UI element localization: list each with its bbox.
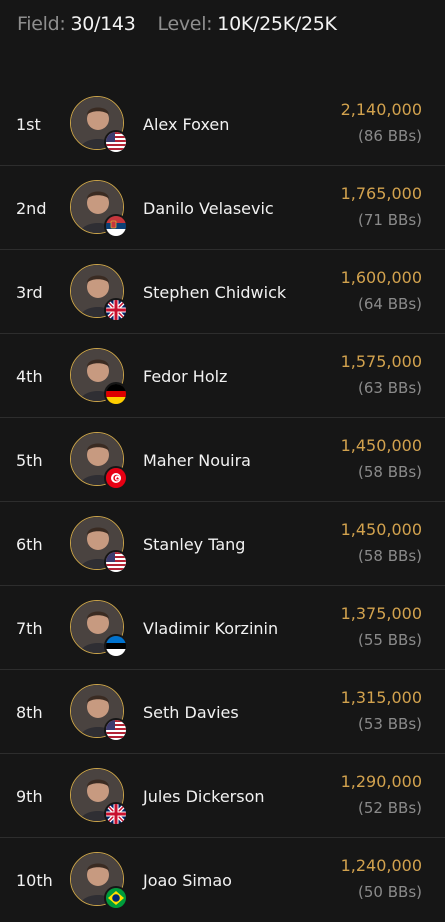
us-flag-icon [104,130,128,154]
player-avatar [70,516,128,574]
big-blinds: (55 BBs) [358,631,422,649]
player-name: Maher Nouira [143,450,251,470]
germany-flag-icon [104,382,128,406]
leaderboard-row-5[interactable]: 5th Maher Nouira 1,450,000 (58 BBs) [0,418,445,502]
player-avatar [70,432,128,490]
big-blinds: (71 BBs) [358,211,422,229]
chip-count: 1,315,000 [340,688,422,707]
chip-count: 2,140,000 [340,100,422,119]
leaderboard-row-9[interactable]: 9th Jules Dickerson 1,290,000 (52 BBs) [0,754,445,838]
rank-label: 2nd [16,198,47,218]
serbia-flag-icon [104,214,128,238]
rank-label: 5th [16,450,43,470]
rank-label: 8th [16,702,43,722]
chip-count: 1,600,000 [340,268,422,287]
estonia-flag-icon [104,634,128,658]
player-avatar [70,684,128,742]
chip-count-header: Field: 30/143 Level: 10K/25K/25K [17,11,337,37]
player-name: Alex Foxen [143,114,230,134]
player-avatar [70,600,128,658]
uk-flag-icon [104,802,128,826]
player-avatar [70,348,128,406]
chip-count: 1,375,000 [340,604,422,623]
player-name: Joao Simao [143,870,232,890]
field-value: 30/143 [70,13,136,35]
rank-label: 10th [16,870,53,890]
leaderboard-row-6[interactable]: 6th Stanley Tang 1,450,000 (58 BBs) [0,502,445,586]
player-name: Stephen Chidwick [143,282,287,302]
big-blinds: (58 BBs) [358,547,422,565]
tunisia-flag-icon [104,466,128,490]
chip-count: 1,450,000 [340,436,422,455]
rank-label: 3rd [16,282,43,302]
rank-label: 4th [16,366,43,386]
us-flag-icon [104,718,128,742]
big-blinds: (86 BBs) [358,127,422,145]
leaderboard-row-1[interactable]: 1st Alex Foxen 2,140,000 (86 BBs) [0,82,445,166]
player-name: Vladimir Korzinin [143,618,279,638]
big-blinds: (53 BBs) [358,715,422,733]
chip-leaderboard: 1st Alex Foxen 2,140,000 (86 BBs) 2nd Da… [0,82,445,922]
chip-count: 1,450,000 [340,520,422,539]
level-label: Level: [157,13,213,35]
leaderboard-row-10[interactable]: 10th Joao Simao 1,240,000 (50 BBs) [0,838,445,922]
leaderboard-row-4[interactable]: 4th Fedor Holz 1,575,000 (63 BBs) [0,334,445,418]
player-avatar [70,180,128,238]
player-name: Seth Davies [143,702,239,722]
player-name: Stanley Tang [143,534,246,554]
big-blinds: (58 BBs) [358,463,422,481]
leaderboard-row-2[interactable]: 2nd Danilo Velasevic 1,765,000 (71 BBs) [0,166,445,250]
big-blinds: (50 BBs) [358,883,422,901]
player-avatar [70,96,128,154]
us-flag-icon [104,550,128,574]
leaderboard-row-7[interactable]: 7th Vladimir Korzinin 1,375,000 (55 BBs) [0,586,445,670]
player-avatar [70,852,128,910]
player-name: Danilo Velasevic [143,198,274,218]
rank-label: 6th [16,534,43,554]
player-avatar [70,768,128,826]
chip-count: 1,765,000 [340,184,422,203]
player-name: Jules Dickerson [143,786,265,806]
leaderboard-row-8[interactable]: 8th Seth Davies 1,315,000 (53 BBs) [0,670,445,754]
field-label: Field: [17,13,66,35]
player-avatar [70,264,128,322]
level-value: 10K/25K/25K [217,13,337,35]
chip-count: 1,575,000 [340,352,422,371]
big-blinds: (64 BBs) [358,295,422,313]
rank-label: 7th [16,618,43,638]
player-name: Fedor Holz [143,366,228,386]
rank-label: 9th [16,786,43,806]
big-blinds: (63 BBs) [358,379,422,397]
uk-flag-icon [104,298,128,322]
chip-count: 1,240,000 [340,856,422,875]
leaderboard-row-3[interactable]: 3rd Stephen Chidwick 1,600,000 (64 BBs) [0,250,445,334]
big-blinds: (52 BBs) [358,799,422,817]
rank-label: 1st [16,114,41,134]
brazil-flag-icon [104,886,128,910]
chip-count: 1,290,000 [340,772,422,791]
